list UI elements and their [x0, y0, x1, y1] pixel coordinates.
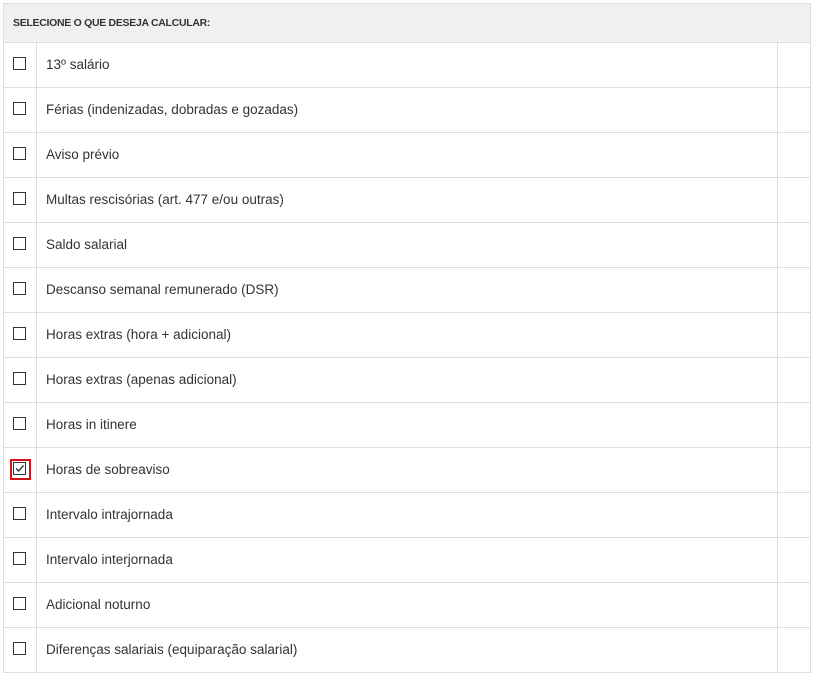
- table-row: Intervalo interjornada: [4, 538, 810, 583]
- checkbox-cell: [4, 313, 37, 357]
- option-checkbox[interactable]: [13, 327, 26, 340]
- option-label: Descanso semanal remunerado (DSR): [37, 268, 778, 312]
- option-label: Horas in itinere: [37, 403, 778, 447]
- table-row: Horas in itinere: [4, 403, 810, 448]
- option-label: Horas extras (hora + adicional): [37, 313, 778, 357]
- checkmark-icon: [15, 465, 25, 473]
- checkbox-cell: [4, 358, 37, 402]
- checkbox-cell: [4, 403, 37, 447]
- empty-cell: [778, 43, 810, 87]
- empty-cell: [778, 133, 810, 177]
- option-label: Diferenças salariais (equiparação salari…: [37, 628, 778, 672]
- option-checkbox[interactable]: [13, 597, 26, 610]
- empty-cell: [778, 178, 810, 222]
- checkbox-cell: [4, 223, 37, 267]
- checkbox-cell: [4, 178, 37, 222]
- option-checkbox[interactable]: [13, 552, 26, 565]
- option-checkbox[interactable]: [13, 507, 26, 520]
- calculation-options-table: SELECIONE O QUE DESEJA CALCULAR: 13º sal…: [3, 3, 811, 673]
- table-row: Horas extras (hora + adicional): [4, 313, 810, 358]
- table-row: Férias (indenizadas, dobradas e gozadas): [4, 88, 810, 133]
- option-checkbox[interactable]: [13, 102, 26, 115]
- checkbox-cell: [4, 448, 37, 492]
- checkbox-cell: [4, 493, 37, 537]
- option-checkbox[interactable]: [13, 57, 26, 70]
- table-row: Multas rescisórias (art. 477 e/ou outras…: [4, 178, 810, 223]
- option-checkbox[interactable]: [13, 462, 26, 475]
- option-label: Multas rescisórias (art. 477 e/ou outras…: [37, 178, 778, 222]
- empty-cell: [778, 358, 810, 402]
- checkbox-cell: [4, 268, 37, 312]
- checkbox-cell: [4, 133, 37, 177]
- table-row: Descanso semanal remunerado (DSR): [4, 268, 810, 313]
- option-checkbox[interactable]: [13, 147, 26, 160]
- option-label: Horas extras (apenas adicional): [37, 358, 778, 402]
- option-checkbox[interactable]: [13, 237, 26, 250]
- empty-cell: [778, 223, 810, 267]
- checkbox-cell: [4, 628, 37, 672]
- table-row: Saldo salarial: [4, 223, 810, 268]
- option-label: Saldo salarial: [37, 223, 778, 267]
- empty-cell: [778, 538, 810, 582]
- empty-cell: [778, 448, 810, 492]
- table-row: 13º salário: [4, 43, 810, 88]
- option-label: Horas de sobreaviso: [37, 448, 778, 492]
- table-header-title: SELECIONE O QUE DESEJA CALCULAR:: [13, 17, 211, 29]
- checkbox-cell: [4, 538, 37, 582]
- option-label: Aviso prévio: [37, 133, 778, 177]
- empty-cell: [778, 88, 810, 132]
- option-label: Intervalo intrajornada: [37, 493, 778, 537]
- checkbox-cell: [4, 43, 37, 87]
- checkbox-cell: [4, 88, 37, 132]
- empty-cell: [778, 493, 810, 537]
- option-checkbox[interactable]: [13, 282, 26, 295]
- option-checkbox[interactable]: [13, 642, 26, 655]
- empty-cell: [778, 628, 810, 672]
- table-row: Horas extras (apenas adicional): [4, 358, 810, 403]
- empty-cell: [778, 313, 810, 357]
- option-checkbox[interactable]: [13, 372, 26, 385]
- option-label: Férias (indenizadas, dobradas e gozadas): [37, 88, 778, 132]
- empty-cell: [778, 268, 810, 312]
- table-row: Adicional noturno: [4, 583, 810, 628]
- table-row: Diferenças salariais (equiparação salari…: [4, 628, 810, 673]
- empty-cell: [778, 403, 810, 447]
- checkbox-cell: [4, 583, 37, 627]
- table-row: Intervalo intrajornada: [4, 493, 810, 538]
- empty-cell: [778, 583, 810, 627]
- option-checkbox[interactable]: [13, 417, 26, 430]
- table-header: SELECIONE O QUE DESEJA CALCULAR:: [4, 4, 810, 43]
- option-label: 13º salário: [37, 43, 778, 87]
- table-row: Horas de sobreaviso: [4, 448, 810, 493]
- options-list: 13º salário Férias (indenizadas, dobradas…: [4, 43, 810, 673]
- option-label: Intervalo interjornada: [37, 538, 778, 582]
- option-checkbox[interactable]: [13, 192, 26, 205]
- table-row: Aviso prévio: [4, 133, 810, 178]
- option-label: Adicional noturno: [37, 583, 778, 627]
